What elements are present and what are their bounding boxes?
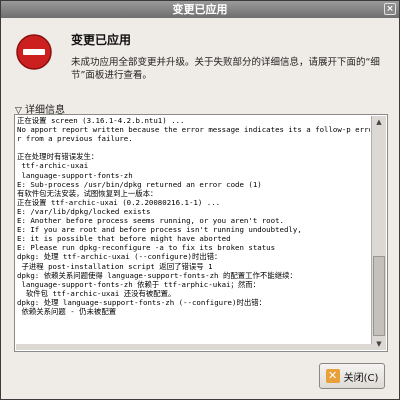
details-log-text[interactable]: 正在设置 screen (3.16.1-4.2.b.ntu1) ... No a… [17,116,370,344]
horizontal-scrollbar[interactable] [16,344,372,350]
stop-icon [16,34,52,70]
dialog-window: 变更已应用 × 变更已应用 未成功应用全部变更并升级。关于失败部分的详细信息，请… [0,0,400,400]
details-log-panel[interactable]: 正在设置 screen (3.16.1-4.2.b.ntu1) ... No a… [14,114,388,352]
close-button[interactable]: ✕ 关闭(C) [319,363,385,389]
scroll-down-icon[interactable]: ▼ [372,338,386,350]
dialog-message: 未成功应用全部变更并升级。关于失败部分的详细信息，请展开下面的“细节”面板进行查… [71,57,380,81]
window-title: 变更已应用 [172,3,228,16]
dialog-heading: 变更已应用 [71,33,132,47]
scroll-thumb[interactable] [373,256,385,336]
scroll-up-icon[interactable]: ▲ [372,116,386,128]
close-button-label: 关闭(C) [343,372,379,384]
title-bar: 变更已应用 × [1,1,399,18]
vertical-scrollbar[interactable]: ▲ ▼ [371,116,386,350]
window-close-icon[interactable]: × [384,3,396,15]
x-icon: ✕ [325,369,340,383]
